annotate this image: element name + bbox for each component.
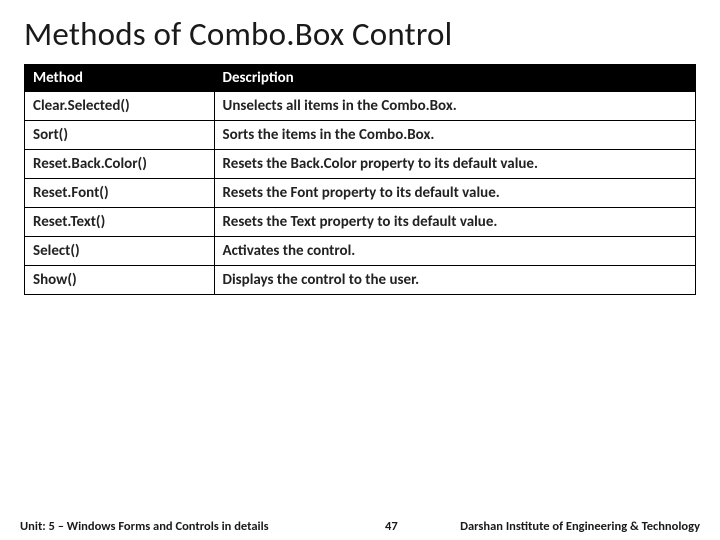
col-header-method: Method [25, 65, 215, 92]
table-row: Sort() Sorts the items in the Combo.Box. [25, 121, 696, 150]
method-name: Show() [25, 266, 215, 295]
method-name: Reset.Back.Color() [25, 150, 215, 179]
page-title: Methods of Combo.Box Control [24, 14, 696, 54]
method-name: Reset.Text() [25, 208, 215, 237]
method-description: Sorts the items in the Combo.Box. [214, 121, 695, 150]
table-row: Select() Activates the control. [25, 237, 696, 266]
table-row: Reset.Text() Resets the Text property to… [25, 208, 696, 237]
table-row: Reset.Font() Resets the Font property to… [25, 179, 696, 208]
footer-page-number: 47 [323, 519, 460, 534]
method-description: Displays the control to the user. [214, 266, 695, 295]
method-name: Select() [25, 237, 215, 266]
slide: Methods of Combo.Box Control Method Desc… [0, 0, 720, 540]
method-description: Unselects all items in the Combo.Box. [214, 92, 695, 121]
method-name: Reset.Font() [25, 179, 215, 208]
methods-table: Method Description Clear.Selected() Unse… [24, 64, 696, 295]
table-row: Show() Displays the control to the user. [25, 266, 696, 295]
table-row: Clear.Selected() Unselects all items in … [25, 92, 696, 121]
table-header-row: Method Description [25, 65, 696, 92]
method-name: Clear.Selected() [25, 92, 215, 121]
footer-unit: Unit: 5 – Windows Forms and Controls in … [20, 519, 269, 534]
method-description: Resets the Font property to its default … [214, 179, 695, 208]
method-description: Resets the Text property to its default … [214, 208, 695, 237]
method-name: Sort() [25, 121, 215, 150]
footer-institute: Darshan Institute of Engineering & Techn… [460, 519, 700, 534]
method-description: Resets the Back.Color property to its de… [214, 150, 695, 179]
method-description: Activates the control. [214, 237, 695, 266]
col-header-description: Description [214, 65, 695, 92]
table-row: Reset.Back.Color() Resets the Back.Color… [25, 150, 696, 179]
footer: Unit: 5 – Windows Forms and Controls in … [0, 519, 720, 534]
